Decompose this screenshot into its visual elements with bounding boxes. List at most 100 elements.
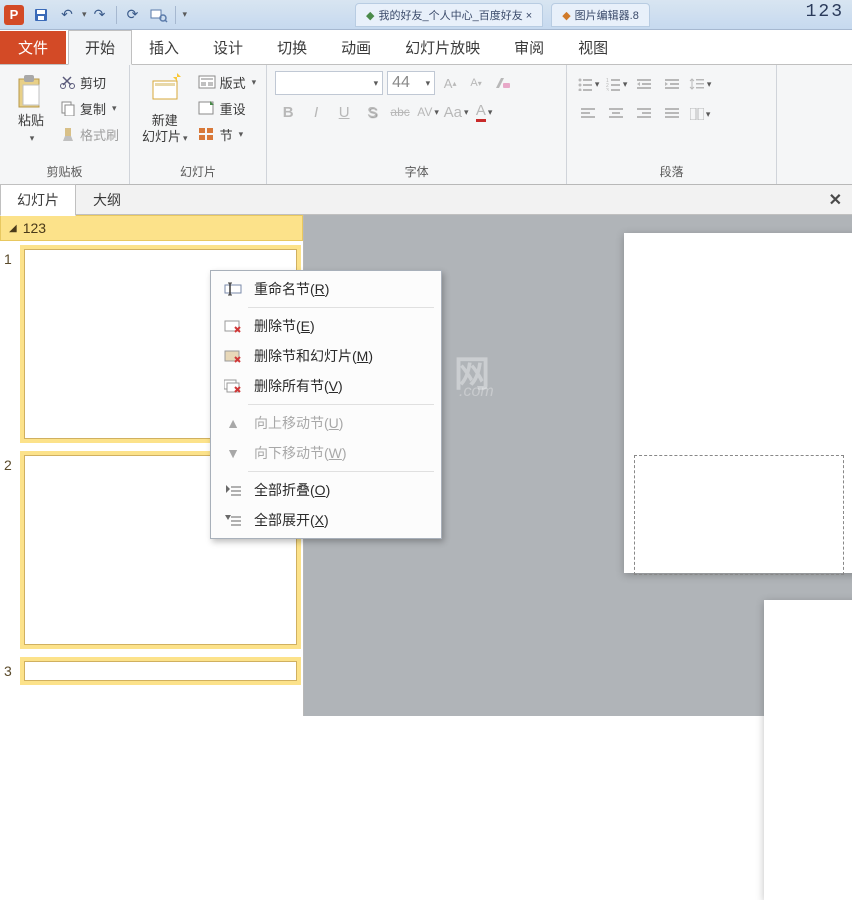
qat-separator <box>175 6 176 24</box>
bold-button[interactable]: B <box>275 99 301 125</box>
animation-tab[interactable]: 动画 <box>324 30 388 64</box>
reset-button[interactable]: 重设 <box>194 95 261 121</box>
clipboard-group: 粘贴▾ 剪切 复制▾ 格式刷 剪贴板 <box>0 65 130 184</box>
collapse-icon <box>222 480 244 500</box>
paragraph-group: ▾ 123▾ ▾ ▾ 段落 <box>567 65 777 184</box>
delete-section-slides-item[interactable]: 删除节和幻灯片(M) <box>214 341 438 371</box>
move-down-item: ▼ 向下移动节(W) <box>214 438 438 468</box>
insert-tab[interactable]: 插入 <box>132 30 196 64</box>
reset-icon <box>198 100 216 116</box>
copy-button[interactable]: 复制▾ <box>56 95 123 121</box>
browser-tab[interactable]: ◆图片编辑器.8 <box>551 3 650 27</box>
review-tab[interactable]: 审阅 <box>497 30 561 64</box>
slide-canvas[interactable] <box>764 600 852 900</box>
design-tab[interactable]: 设计 <box>196 30 260 64</box>
save-button[interactable] <box>30 4 52 26</box>
rename-section-item[interactable]: 重命名节(R) <box>214 274 438 304</box>
redo-button[interactable]: ↷ <box>89 4 111 26</box>
up-icon: ▲ <box>222 413 244 433</box>
slide-number: 3 <box>4 661 20 681</box>
collapse-all-item[interactable]: 全部折叠(O) <box>214 475 438 505</box>
app-icon: P <box>4 5 24 25</box>
view-tab[interactable]: 视图 <box>561 30 625 64</box>
browser-tab[interactable]: ◆我的好友_个人中心_百度好友 × <box>355 3 543 27</box>
slides-label: 幻灯片 <box>136 161 260 182</box>
move-up-item: ▲ 向上移动节(U) <box>214 408 438 438</box>
bullets-button[interactable]: ▾ <box>575 71 601 97</box>
align-left-button[interactable] <box>575 101 601 127</box>
section-icon <box>198 126 216 142</box>
clipboard-label: 剪贴板 <box>6 161 123 182</box>
increase-indent-button[interactable] <box>659 71 685 97</box>
delete-all-icon <box>222 376 244 396</box>
section-button[interactable]: 节▾ <box>194 121 261 147</box>
scissors-icon <box>60 74 76 90</box>
slide-number: 2 <box>4 455 20 645</box>
columns-button[interactable]: ▾ <box>687 101 713 127</box>
shadow-button[interactable]: S <box>359 99 385 125</box>
slides-panel-tab[interactable]: 幻灯片 <box>0 184 76 216</box>
undo-dropdown[interactable]: ▾ <box>82 9 87 20</box>
line-spacing-button[interactable]: ▾ <box>687 71 713 97</box>
qat-customize[interactable]: ▾ <box>183 9 188 20</box>
layout-button[interactable]: 版式▾ <box>194 69 261 95</box>
home-tab[interactable]: 开始 <box>68 30 132 65</box>
panel-close-button[interactable]: ✕ <box>829 190 842 210</box>
brush-icon <box>60 126 76 142</box>
align-right-button[interactable] <box>631 101 657 127</box>
new-slide-button[interactable]: 新建 幻灯片▾ <box>136 69 194 146</box>
copy-icon <box>60 100 76 116</box>
shrink-font-button[interactable]: A▾ <box>463 70 489 96</box>
underline-button[interactable]: U <box>331 99 357 125</box>
numbering-button[interactable]: 123▾ <box>603 71 629 97</box>
browser-tabs: ◆我的好友_个人中心_百度好友 × ◆图片编辑器.8 <box>355 3 650 27</box>
italic-button[interactable]: I <box>303 99 329 125</box>
decrease-indent-button[interactable] <box>631 71 657 97</box>
strike-button[interactable]: abc <box>387 99 413 125</box>
justify-button[interactable] <box>659 101 685 127</box>
slide-preview <box>24 661 297 681</box>
transition-tab[interactable]: 切换 <box>260 30 324 64</box>
collapse-icon: ◢ <box>9 223 17 234</box>
down-icon: ▼ <box>222 443 244 463</box>
grow-font-button[interactable]: A▴ <box>437 70 463 96</box>
section-header[interactable]: ◢ 123 <box>0 215 303 241</box>
ribbon-tab-strip: 文件 开始 插入 设计 切换 动画 幻灯片放映 审阅 视图 <box>0 30 852 65</box>
file-tab[interactable]: 文件 <box>0 31 66 64</box>
delete-icon <box>222 316 244 336</box>
cut-button[interactable]: 剪切 <box>56 69 123 95</box>
preview-button[interactable] <box>148 4 170 26</box>
char-spacing-button[interactable]: AV▾ <box>415 99 441 125</box>
title-bar: P ↶ ▾ ↷ ⟳ ▾ ◆我的好友_个人中心_百度好友 × ◆图片编辑器.8 1… <box>0 0 852 30</box>
section-name: 123 <box>23 220 46 236</box>
menu-separator <box>248 307 434 308</box>
clear-format-button[interactable] <box>489 70 515 96</box>
paste-button[interactable]: 粘贴▾ <box>6 69 56 146</box>
ribbon: 粘贴▾ 剪切 复制▾ 格式刷 剪贴板 新建 幻灯片▾ 版式▾ 重设 节▾ 幻灯片 <box>0 65 852 185</box>
delete-slides-icon <box>222 346 244 366</box>
refresh-button[interactable]: ⟳ <box>122 4 144 26</box>
align-center-button[interactable] <box>603 101 629 127</box>
paragraph-label: 段落 <box>573 161 770 182</box>
font-color-button[interactable]: A▾ <box>471 99 497 125</box>
font-label: 字体 <box>273 161 560 182</box>
svg-text:3: 3 <box>606 88 609 91</box>
delete-all-sections-item[interactable]: 删除所有节(V) <box>214 371 438 401</box>
undo-button[interactable]: ↶ <box>56 4 78 26</box>
delete-section-item[interactable]: 删除节(E) <box>214 311 438 341</box>
outline-panel-tab[interactable]: 大纲 <box>76 184 138 216</box>
slideshow-tab[interactable]: 幻灯片放映 <box>388 30 497 64</box>
change-case-button[interactable]: Aa▾ <box>443 99 469 125</box>
expand-icon <box>222 510 244 530</box>
section-context-menu: 重命名节(R) 删除节(E) 删除节和幻灯片(M) 删除所有节(V) ▲ 向上移… <box>210 270 442 539</box>
menu-separator <box>248 471 434 472</box>
format-painter-button[interactable]: 格式刷 <box>56 121 123 147</box>
slide-thumb[interactable]: 3 <box>0 653 303 689</box>
expand-all-item[interactable]: 全部展开(X) <box>214 505 438 535</box>
notes-placeholder[interactable] <box>634 455 844 575</box>
panel-tab-strip: 幻灯片 大纲 ✕ <box>0 185 852 215</box>
font-name-combo[interactable]: ▾ <box>275 71 383 95</box>
font-size-combo[interactable]: 44▾ <box>387 71 435 95</box>
menu-separator <box>248 404 434 405</box>
rename-icon <box>222 279 244 299</box>
